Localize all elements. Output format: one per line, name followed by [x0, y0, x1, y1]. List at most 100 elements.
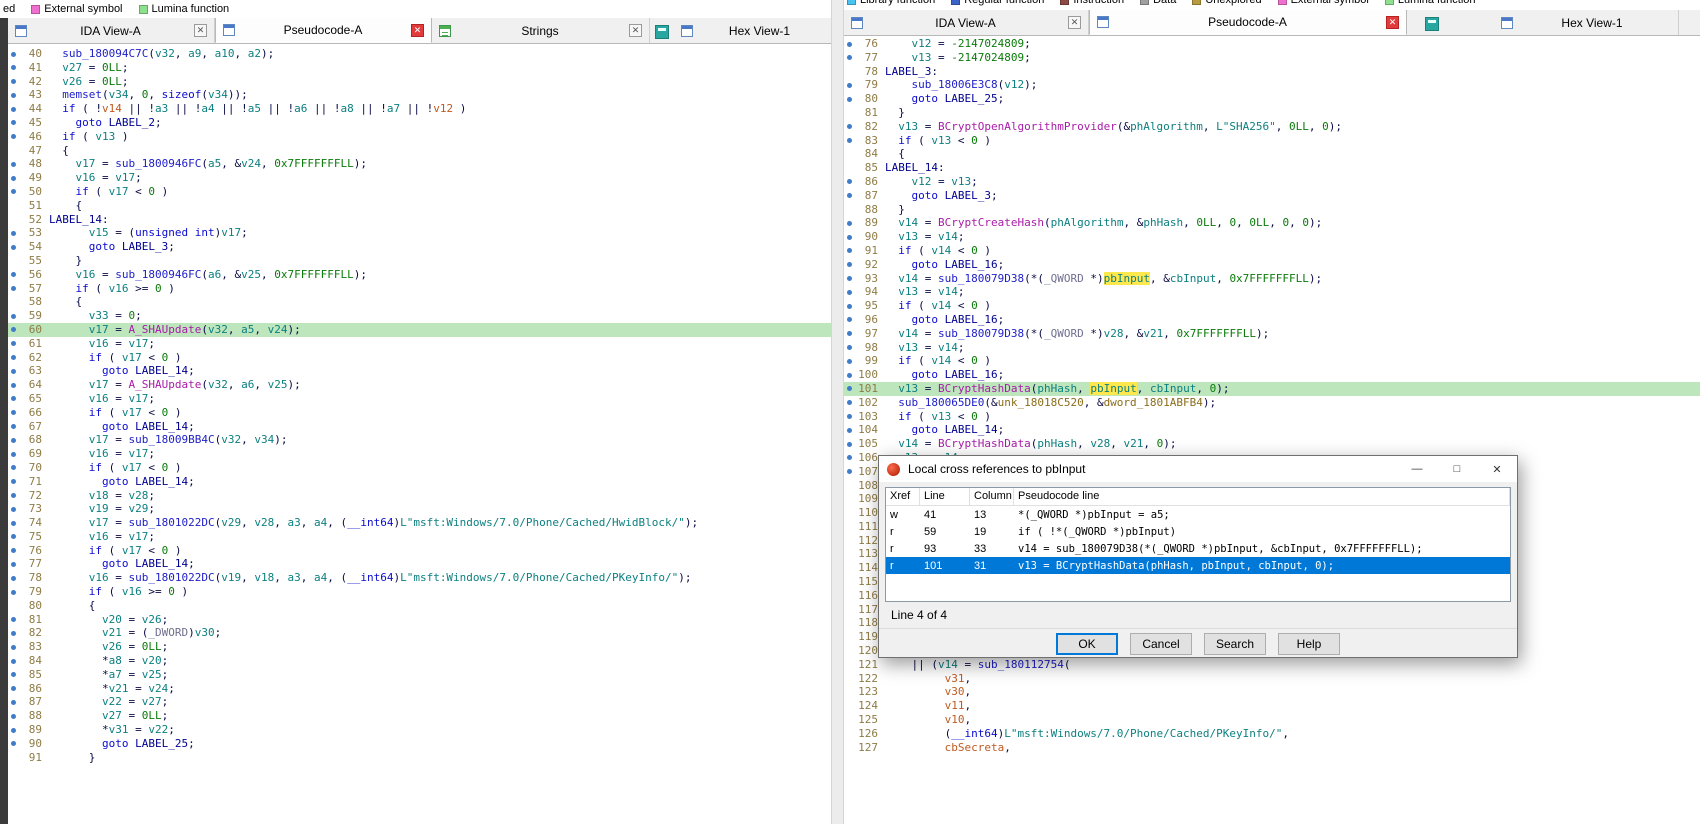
code-line[interactable]: 76 if ( v17 < 0 ) — [8, 544, 831, 558]
code-line[interactable]: 88 v27 = 0LL; — [8, 709, 831, 723]
code-line[interactable]: 77 v13 = -2147024809; — [844, 51, 1700, 65]
code-line[interactable]: 81 } — [844, 106, 1700, 120]
code-line[interactable]: 86 *v21 = v24; — [8, 682, 831, 696]
code-line[interactable]: 61 v16 = v17; — [8, 337, 831, 351]
code-line[interactable]: 76 v12 = -2147024809; — [844, 37, 1700, 51]
code-line[interactable]: 47 { — [8, 144, 831, 158]
pane-icon[interactable] — [655, 25, 669, 39]
code-line[interactable]: 68 v17 = sub_18009BB4C(v32, v34); — [8, 433, 831, 447]
code-line[interactable]: 79 sub_18006E3C8(v12); — [844, 78, 1700, 92]
xref-row[interactable]: w4113*(_QWORD *)pbInput = a5; — [886, 506, 1510, 523]
code-line[interactable]: 64 v17 = A_SHAUpdate(v32, a6, v25); — [8, 378, 831, 392]
code-line[interactable]: 97 v14 = sub_180079D38(*(_QWORD *)v28, &… — [844, 327, 1700, 341]
code-line[interactable]: 69 v16 = v17; — [8, 447, 831, 461]
code-line[interactable]: 89 *v31 = v22; — [8, 723, 831, 737]
code-line[interactable]: 78LABEL_3: — [844, 65, 1700, 79]
code-line[interactable]: 58 { — [8, 295, 831, 309]
search-button[interactable]: Search — [1204, 633, 1266, 655]
tab-hex-view-1[interactable]: Hex View-1 — [1494, 10, 1679, 35]
code-line[interactable]: 78 v16 = sub_1801022DC(v19, v18, a3, a4,… — [8, 571, 831, 585]
xref-row[interactable]: r5919if ( !*(_QWORD *)pbInput) — [886, 523, 1510, 540]
xref-row[interactable]: r9333v14 = sub_180079D38(*(_QWORD *)pbIn… — [886, 540, 1510, 557]
pane-icon[interactable] — [1425, 17, 1439, 31]
code-line[interactable]: 127 cbSecreta, — [844, 741, 1700, 755]
code-line[interactable]: 50 if ( v17 < 0 ) — [8, 185, 831, 199]
ok-button[interactable]: OK — [1056, 633, 1118, 655]
close-button[interactable]: ✕ — [1477, 456, 1517, 482]
code-line[interactable]: 98 v13 = v14; — [844, 341, 1700, 355]
code-line[interactable]: 80 goto LABEL_25; — [844, 92, 1700, 106]
dialog-titlebar[interactable]: Local cross references to pbInput —□✕ — [879, 456, 1517, 482]
code-line[interactable]: 84 { — [844, 147, 1700, 161]
code-line[interactable]: 60 v17 = A_SHAUpdate(v32, a5, v24); — [8, 323, 831, 337]
code-line[interactable]: 73 v19 = v29; — [8, 502, 831, 516]
tab-pseudocode-a[interactable]: Pseudocode-A✕ — [1089, 10, 1407, 35]
code-line[interactable]: 85 *a7 = v25; — [8, 668, 831, 682]
code-line[interactable]: 84 *a8 = v20; — [8, 654, 831, 668]
code-line[interactable]: 59 v33 = 0; — [8, 309, 831, 323]
column-header-pseudocode-line[interactable]: Pseudocode line — [1014, 488, 1510, 505]
code-line[interactable]: 52LABEL_14: — [8, 213, 831, 227]
code-line[interactable]: 91 if ( v14 < 0 ) — [844, 244, 1700, 258]
code-line[interactable]: 51 { — [8, 199, 831, 213]
tab-close-icon[interactable]: ✕ — [411, 24, 424, 37]
code-line[interactable]: 89 v14 = BCryptCreateHash(phAlgorithm, &… — [844, 216, 1700, 230]
code-line[interactable]: 80 { — [8, 599, 831, 613]
code-line[interactable]: 41 v27 = 0LL; — [8, 61, 831, 75]
tab-close-icon[interactable]: ✕ — [1386, 16, 1399, 29]
code-line[interactable]: 40 sub_180094C7C(v32, a9, a10, a2); — [8, 47, 831, 61]
left-pseudocode-view[interactable]: 40 sub_180094C7C(v32, a9, a10, a2);41 v2… — [8, 44, 831, 770]
column-header-column[interactable]: Column — [970, 488, 1014, 505]
code-line[interactable]: 83 if ( v13 < 0 ) — [844, 134, 1700, 148]
code-line[interactable]: 70 if ( v17 < 0 ) — [8, 461, 831, 475]
code-line[interactable]: 87 v22 = v27; — [8, 695, 831, 709]
code-line[interactable]: 48 v17 = sub_1800946FC(a5, &v24, 0x7FFFF… — [8, 157, 831, 171]
code-line[interactable]: 71 goto LABEL_14; — [8, 475, 831, 489]
code-line[interactable]: 62 if ( v17 < 0 ) — [8, 351, 831, 365]
tab-close-icon[interactable]: ✕ — [194, 24, 207, 37]
code-line[interactable]: 86 v12 = v13; — [844, 175, 1700, 189]
tab-strings[interactable]: Strings✕ — [432, 18, 650, 43]
code-line[interactable]: 54 goto LABEL_3; — [8, 240, 831, 254]
code-line[interactable]: 49 v16 = v17; — [8, 171, 831, 185]
window-splitter[interactable] — [831, 0, 844, 824]
code-line[interactable]: 96 goto LABEL_16; — [844, 313, 1700, 327]
xref-table[interactable]: XrefLineColumnPseudocode linew4113*(_QWO… — [885, 487, 1511, 602]
tab-ida-view-a[interactable]: IDA View-A✕ — [844, 10, 1089, 35]
code-line[interactable]: 88 } — [844, 203, 1700, 217]
tab-pseudocode-a[interactable]: Pseudocode-A✕ — [215, 18, 432, 43]
column-header-xref[interactable]: Xref — [886, 488, 920, 505]
code-line[interactable]: 67 goto LABEL_14; — [8, 420, 831, 434]
help-button[interactable]: Help — [1278, 633, 1340, 655]
code-line[interactable]: 63 goto LABEL_14; — [8, 364, 831, 378]
code-line[interactable]: 45 goto LABEL_2; — [8, 116, 831, 130]
tab-close-icon[interactable]: ✕ — [629, 24, 642, 37]
code-line[interactable]: 104 goto LABEL_14; — [844, 423, 1700, 437]
maximize-button[interactable]: □ — [1437, 456, 1477, 482]
code-line[interactable]: 123 v30, — [844, 685, 1700, 699]
code-line[interactable]: 121 || (v14 = sub_180112754( — [844, 658, 1700, 672]
code-line[interactable]: 79 if ( v16 >= 0 ) — [8, 585, 831, 599]
code-line[interactable]: 44 if ( !v14 || !a3 || !a4 || !a5 || !a6… — [8, 102, 831, 116]
code-line[interactable]: 95 if ( v14 < 0 ) — [844, 299, 1700, 313]
code-line[interactable]: 55 } — [8, 254, 831, 268]
code-line[interactable]: 93 v14 = sub_180079D38(*(_QWORD *)pbInpu… — [844, 272, 1700, 286]
code-line[interactable]: 102 sub_180065DE0(&unk_18018C520, &dword… — [844, 396, 1700, 410]
tab-close-icon[interactable]: ✕ — [1068, 16, 1081, 29]
code-line[interactable]: 56 v16 = sub_1800946FC(a6, &v25, 0x7FFFF… — [8, 268, 831, 282]
minimize-button[interactable]: — — [1397, 456, 1437, 482]
code-line[interactable]: 57 if ( v16 >= 0 ) — [8, 282, 831, 296]
code-line[interactable]: 82 v21 = (_DWORD)v30; — [8, 626, 831, 640]
code-line[interactable]: 125 v10, — [844, 713, 1700, 727]
code-line[interactable]: 99 if ( v14 < 0 ) — [844, 354, 1700, 368]
code-line[interactable]: 85LABEL_14: — [844, 161, 1700, 175]
code-line[interactable]: 87 goto LABEL_3; — [844, 189, 1700, 203]
code-line[interactable]: 101 v13 = BCryptHashData(phHash, pbInput… — [844, 382, 1700, 396]
code-line[interactable]: 42 v26 = 0LL; — [8, 75, 831, 89]
code-line[interactable]: 122 v31, — [844, 672, 1700, 686]
code-line[interactable]: 77 goto LABEL_14; — [8, 557, 831, 571]
tab-ida-view-a[interactable]: IDA View-A✕ — [8, 18, 215, 43]
code-line[interactable]: 74 v17 = sub_1801022DC(v29, v28, a3, a4,… — [8, 516, 831, 530]
code-line[interactable]: 90 goto LABEL_25; — [8, 737, 831, 751]
code-line[interactable]: 92 goto LABEL_16; — [844, 258, 1700, 272]
